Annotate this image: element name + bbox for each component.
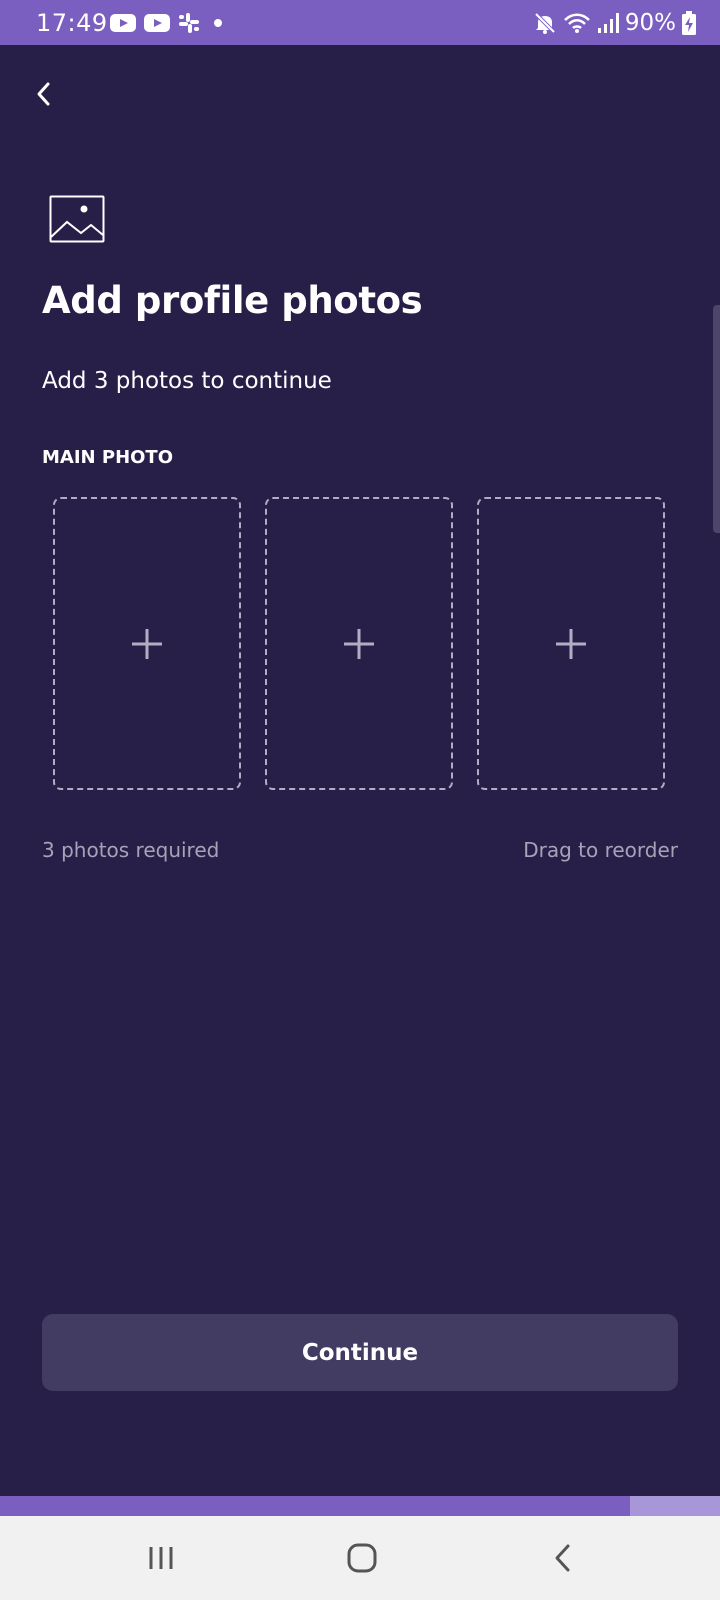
photo-slot-3[interactable] [477, 497, 665, 790]
scroll-indicator[interactable] [713, 305, 720, 533]
slack-icon [179, 13, 199, 33]
progress-fill [0, 1496, 630, 1516]
page-title: Add profile photos [42, 279, 423, 322]
recents-icon [149, 1547, 173, 1569]
page-subtitle: Add 3 photos to continue [42, 368, 332, 394]
image-icon [49, 195, 105, 243]
recents-button[interactable] [136, 1533, 186, 1583]
status-time: 17:49 [36, 9, 108, 37]
plus-icon [556, 628, 586, 659]
plus-icon [344, 628, 374, 659]
youtube-icon [110, 14, 136, 32]
drag-to-reorder-hint: Drag to reorder [523, 838, 678, 862]
status-bar: 17:49 90% [0, 0, 720, 45]
plus-icon [132, 628, 162, 659]
home-button[interactable] [337, 1533, 387, 1583]
photo-slot-1[interactable] [53, 497, 241, 790]
battery-percentage: 90% [624, 10, 676, 36]
system-back-button[interactable] [538, 1533, 588, 1583]
main-photo-label: MAIN PHOTO [42, 447, 174, 468]
photo-slot-2[interactable] [265, 497, 453, 790]
chevron-left-icon [37, 82, 50, 106]
signal-icon [597, 13, 619, 33]
home-icon [347, 1543, 377, 1573]
notification-dot-icon [214, 19, 222, 27]
status-left-icons [110, 11, 228, 35]
back-icon [555, 1544, 570, 1572]
battery-charging-icon [682, 11, 696, 35]
back-button[interactable] [24, 74, 64, 114]
onboarding-progress-bar [0, 1496, 720, 1516]
mute-icon [534, 12, 556, 34]
photos-required-hint: 3 photos required [42, 838, 220, 862]
wifi-icon [563, 13, 590, 33]
system-nav-bar [0, 1516, 720, 1600]
continue-button[interactable]: Continue [42, 1314, 678, 1391]
youtube-icon [144, 14, 170, 32]
status-right-icons: 90% [533, 9, 696, 37]
